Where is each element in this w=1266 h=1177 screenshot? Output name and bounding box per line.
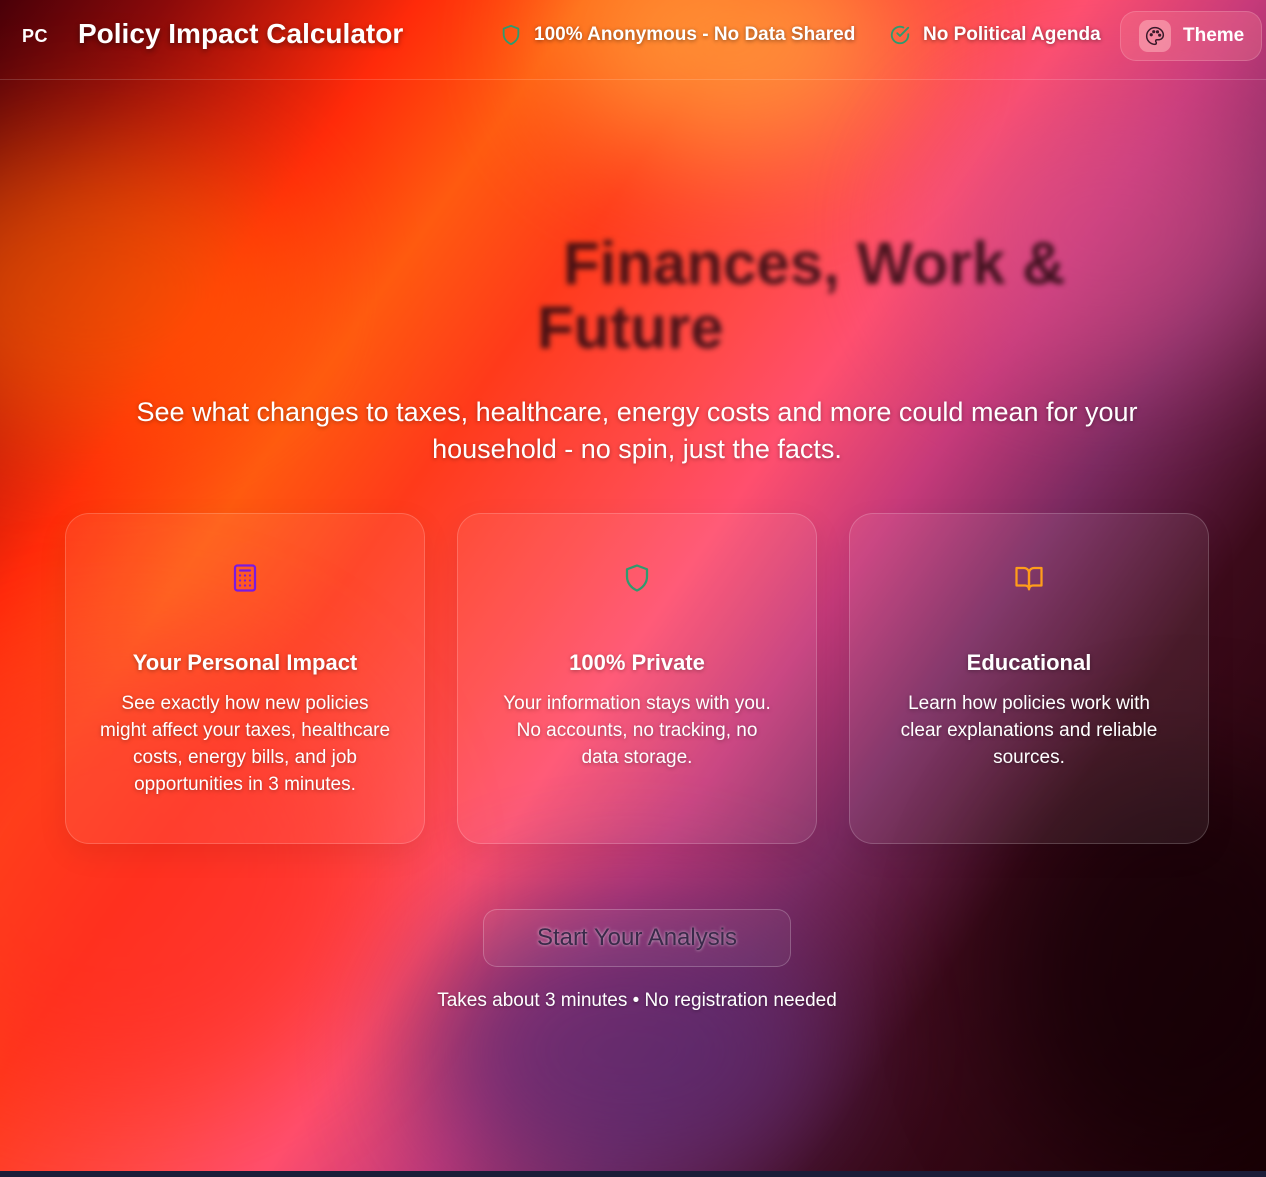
shield-icon	[502, 24, 520, 46]
top-header: PC Policy Impact Calculator 100% Anonymo…	[0, 0, 1266, 80]
theme-button-label: Theme	[1183, 25, 1245, 46]
app-logo[interactable]: PC	[22, 26, 48, 47]
no-agenda-badge: No Political Agenda	[889, 24, 1101, 46]
feature-card-private: 100% Private Your information stays with…	[457, 513, 817, 844]
feature-description: Your information stays with you. No acco…	[503, 693, 771, 768]
feature-description: See exactly how new policies might affec…	[99, 693, 391, 795]
calculator-icon	[233, 564, 257, 592]
no-agenda-badge-label: No Political Agenda	[923, 24, 1101, 45]
palette-icon	[1139, 20, 1171, 52]
start-analysis-button[interactable]: Start Your Analysis	[483, 909, 791, 967]
anonymous-badge-label: 100% Anonymous - No Data Shared	[534, 24, 856, 45]
feature-description: Learn how policies work with clear expla…	[900, 693, 1158, 768]
theme-button[interactable]: Theme	[1120, 11, 1262, 61]
hero-title: Finances, Work & Future	[537, 232, 1137, 360]
cta-footnote: Takes about 3 minutes • No registration …	[437, 990, 837, 1011]
feature-card-personal-impact: Your Personal Impact See exactly how new…	[65, 513, 425, 844]
check-circle-icon	[890, 25, 910, 45]
shield-icon	[625, 564, 649, 592]
bottom-bar	[0, 1171, 1266, 1177]
anonymous-badge: 100% Anonymous - No Data Shared	[500, 24, 855, 46]
hero-title-line-1: Finances, Work &	[563, 230, 1066, 297]
book-open-icon	[1015, 566, 1043, 591]
app-title[interactable]: Policy Impact Calculator	[78, 18, 403, 50]
hero-subtitle: See what changes to taxes, healthcare, e…	[136, 397, 1138, 464]
feature-title: 100% Private	[569, 650, 705, 675]
feature-title: Your Personal Impact	[132, 650, 358, 675]
feature-card-educational: Educational Learn how policies work with…	[849, 513, 1209, 844]
feature-title: Educational	[966, 650, 1092, 675]
hero-title-line-2: Future	[537, 294, 724, 361]
